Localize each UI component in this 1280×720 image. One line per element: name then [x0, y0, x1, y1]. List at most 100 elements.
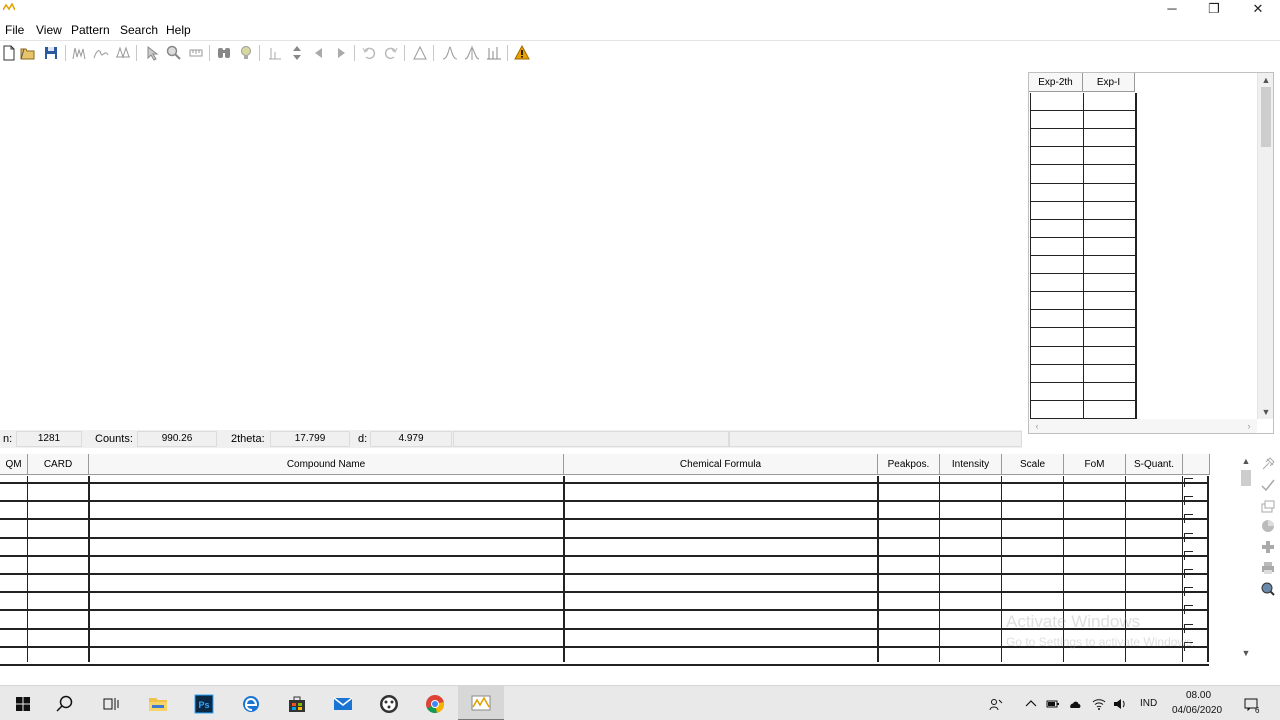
results-header-s-quant[interactable]: S-Quant.: [1126, 454, 1183, 475]
start-button[interactable]: [0, 686, 46, 720]
menu-file[interactable]: File: [5, 23, 24, 37]
d-label: d:: [358, 433, 368, 445]
diffraction-plot-area[interactable]: [0, 64, 1022, 430]
results-header-scale[interactable]: Scale: [1002, 454, 1064, 475]
search-taskbar-button[interactable]: [42, 686, 88, 720]
results-row-line: [0, 573, 1209, 575]
people-icon[interactable]: [987, 695, 1005, 713]
mail-button[interactable]: [320, 686, 366, 720]
scale-icon[interactable]: [187, 44, 205, 62]
clock-time[interactable]: 08.00: [1186, 690, 1211, 701]
match-app-taskbar-button[interactable]: [458, 686, 504, 720]
results-header-fom[interactable]: FoM: [1064, 454, 1126, 475]
battery-icon[interactable]: [1044, 695, 1062, 713]
store-button[interactable]: [274, 686, 320, 720]
edge-browser-button[interactable]: [228, 686, 274, 720]
scroll-thumb[interactable]: [1261, 87, 1271, 147]
toolbar: [0, 40, 1280, 64]
shift-right-icon[interactable]: [332, 44, 350, 62]
pin-icon[interactable]: [1260, 456, 1276, 472]
menu-pattern[interactable]: Pattern: [71, 23, 110, 37]
card-stack-icon[interactable]: [1260, 498, 1276, 514]
input-language[interactable]: IND: [1140, 698, 1157, 709]
wifi-icon[interactable]: [1090, 695, 1108, 713]
results-header-compound-name[interactable]: Compound Name: [89, 454, 564, 475]
column-divider: [1001, 476, 1002, 662]
restore-button[interactable]: ❐: [1194, 0, 1234, 18]
task-view-button[interactable]: [88, 686, 134, 720]
save-icon[interactable]: [42, 44, 60, 62]
peak-search-icon[interactable]: [463, 44, 481, 62]
chevron-up-icon[interactable]: [1022, 695, 1040, 713]
peak-list-row-line: [1031, 110, 1135, 111]
raw-data-icon[interactable]: [70, 44, 88, 62]
lightbulb-icon[interactable]: [237, 44, 255, 62]
warning-icon[interactable]: [513, 44, 531, 62]
checkmark-icon[interactable]: [1260, 477, 1276, 493]
row-select-checkbox[interactable]: [1184, 533, 1193, 542]
scroll-left-icon[interactable]: ‹: [1029, 419, 1045, 433]
shift-left-icon[interactable]: [310, 44, 328, 62]
triangle-icon[interactable]: [411, 44, 429, 62]
row-select-checkbox[interactable]: [1184, 551, 1193, 560]
peak-list-row-line: [1031, 219, 1135, 220]
multi-peak-icon[interactable]: [485, 44, 503, 62]
cursor-icon[interactable]: [143, 44, 161, 62]
zoom-icon[interactable]: [165, 44, 183, 62]
results-row-line: [0, 555, 1209, 557]
results-vertical-scrollbar[interactable]: ▲ ▼: [1238, 454, 1254, 664]
row-select-checkbox[interactable]: [1184, 569, 1193, 578]
scroll-down-icon[interactable]: ▼: [1258, 405, 1274, 419]
toolbar-separator: [354, 45, 355, 61]
results-header-qm[interactable]: QM: [0, 454, 28, 475]
chrome-button[interactable]: [412, 686, 458, 720]
pie-chart-icon[interactable]: [1260, 518, 1276, 534]
chrome-icon: [426, 694, 445, 713]
results-header-intensity[interactable]: Intensity: [940, 454, 1002, 475]
row-select-checkbox[interactable]: [1184, 587, 1193, 596]
menu-view[interactable]: View: [36, 23, 62, 37]
menu-search[interactable]: Search: [120, 23, 158, 37]
results-header-select[interactable]: [1183, 454, 1210, 475]
close-button[interactable]: ✕: [1238, 0, 1278, 18]
photoshop-button[interactable]: Ps: [181, 686, 227, 720]
web-search-icon[interactable]: [1260, 581, 1276, 597]
results-header-card[interactable]: CARD: [28, 454, 89, 475]
scroll-up-icon[interactable]: ▲: [1238, 456, 1254, 470]
new-file-icon[interactable]: [0, 44, 18, 62]
results-row-line: [0, 537, 1209, 539]
scroll-thumb[interactable]: [1241, 470, 1251, 486]
scroll-down-icon[interactable]: ▼: [1238, 648, 1254, 662]
shift-vertical-icon[interactable]: [288, 44, 306, 62]
row-select-checkbox[interactable]: [1184, 496, 1193, 505]
print-icon[interactable]: [1260, 560, 1276, 576]
cloud-icon[interactable]: [1066, 695, 1084, 713]
peak-list-header-intensity[interactable]: Exp-I: [1083, 73, 1135, 92]
binoculars-icon[interactable]: [215, 44, 233, 62]
peak-list-vertical-scrollbar[interactable]: ▲ ▼: [1257, 73, 1273, 419]
smooth-icon[interactable]: [92, 44, 110, 62]
undo-icon[interactable]: [360, 44, 378, 62]
search-icon: [56, 695, 73, 712]
volume-icon[interactable]: [1111, 695, 1129, 713]
results-header-peakpos[interactable]: Peakpos.: [878, 454, 940, 475]
media-app-button[interactable]: [366, 686, 412, 720]
row-select-checkbox[interactable]: [1184, 514, 1193, 523]
menu-help[interactable]: Help: [166, 23, 191, 37]
minimize-button[interactable]: ─: [1152, 0, 1192, 18]
scroll-right-icon[interactable]: ›: [1241, 419, 1257, 433]
single-peak-icon[interactable]: [441, 44, 459, 62]
peak-baseline-icon[interactable]: [266, 44, 284, 62]
redo-icon[interactable]: [382, 44, 400, 62]
add-icon[interactable]: [1260, 539, 1276, 555]
file-explorer-button[interactable]: [135, 686, 181, 720]
results-header-chemical-formula[interactable]: Chemical Formula: [564, 454, 878, 475]
background-icon[interactable]: [114, 44, 132, 62]
row-select-checkbox[interactable]: [1184, 478, 1193, 487]
clock-date[interactable]: 04/06/2020: [1172, 705, 1222, 716]
open-folder-icon[interactable]: [19, 44, 37, 62]
peak-list-grid[interactable]: [1030, 93, 1137, 419]
scroll-up-icon[interactable]: ▲: [1258, 73, 1274, 87]
peak-list-horizontal-scrollbar[interactable]: ‹ ›: [1029, 419, 1257, 433]
peak-list-header-2theta[interactable]: Exp-2th: [1029, 73, 1083, 92]
